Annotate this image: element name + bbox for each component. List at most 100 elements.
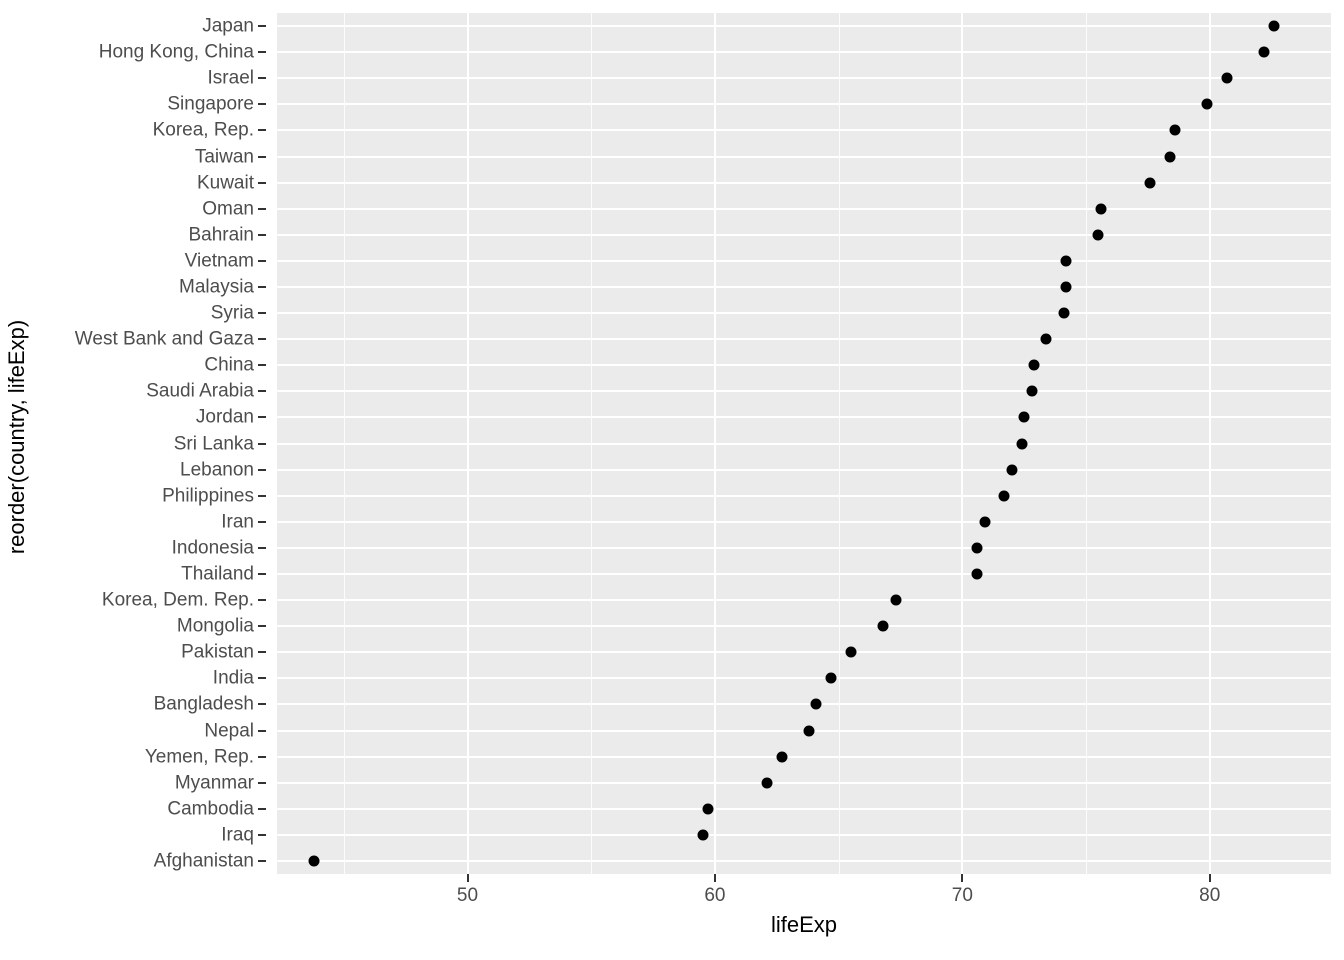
data-point bbox=[1028, 359, 1040, 371]
plot-panel bbox=[277, 13, 1331, 874]
data-point bbox=[1144, 177, 1156, 189]
gridline-major-horizontal bbox=[277, 833, 1331, 836]
gridline-major-horizontal bbox=[277, 494, 1331, 497]
gridline-major-horizontal bbox=[277, 755, 1331, 758]
y-axis-tick-mark bbox=[258, 651, 266, 654]
y-axis-tick-label: Sri Lanka bbox=[173, 433, 254, 454]
gridline-major-horizontal bbox=[277, 572, 1331, 575]
y-axis-tick-mark bbox=[258, 181, 266, 184]
y-axis-tick-mark bbox=[258, 338, 266, 341]
data-point bbox=[1221, 72, 1233, 84]
y-axis-tick-mark bbox=[258, 233, 266, 236]
gridline-major-horizontal bbox=[277, 442, 1331, 445]
y-axis-tick-label: Israel bbox=[207, 67, 254, 89]
x-axis-tick-label: 80 bbox=[1199, 885, 1221, 906]
gridline-major-horizontal bbox=[277, 103, 1331, 106]
y-axis-tick-label: Oman bbox=[202, 198, 254, 220]
gridline-major-horizontal bbox=[277, 338, 1331, 341]
data-point bbox=[1006, 464, 1018, 476]
y-axis-tick-label: Bangladesh bbox=[153, 693, 254, 715]
data-point bbox=[971, 568, 983, 580]
gridline-major-horizontal bbox=[277, 181, 1331, 184]
y-axis-tick-label: Taiwan bbox=[194, 146, 254, 167]
y-axis-tick-label: Kuwait bbox=[196, 172, 254, 194]
y-axis-tick-mark bbox=[258, 103, 266, 106]
data-point bbox=[1016, 438, 1028, 449]
y-axis-tick-label: Iran bbox=[221, 511, 254, 533]
y-axis-tick-mark bbox=[258, 416, 266, 419]
y-axis-tick-label: Philippines bbox=[162, 485, 254, 507]
gridline-major-horizontal bbox=[277, 416, 1331, 419]
y-axis-tick-label: India bbox=[212, 667, 254, 689]
y-axis-tick-label: Saudi Arabia bbox=[146, 380, 254, 402]
y-axis-tick-mark bbox=[258, 77, 266, 80]
gridline-major-horizontal bbox=[277, 312, 1331, 315]
y-axis-tick-mark bbox=[258, 599, 266, 602]
y-axis-tick-label: Thailand bbox=[181, 563, 254, 585]
y-axis-tick-mark bbox=[258, 833, 266, 836]
data-point bbox=[1018, 411, 1030, 423]
y-axis-tick-label: Jordan bbox=[195, 406, 254, 428]
y-axis-tick-mark bbox=[258, 625, 266, 628]
y-axis-tick-mark bbox=[258, 703, 266, 706]
scatter-plot: reorder(country, lifeExp) Japan Hong Kong… bbox=[0, 0, 1344, 960]
y-axis-tick-mark bbox=[258, 129, 266, 132]
y-axis-tick-label: Korea, Dem. Rep. bbox=[101, 589, 254, 611]
y-axis-tick-label: Korea, Rep. bbox=[152, 119, 254, 141]
gridline-major-horizontal bbox=[277, 77, 1331, 80]
data-point bbox=[845, 646, 857, 658]
gridline-major-horizontal bbox=[277, 625, 1331, 628]
data-point bbox=[877, 620, 889, 632]
x-axis-tick-mark bbox=[466, 874, 469, 882]
y-axis-tick-label: Vietnam bbox=[184, 250, 254, 272]
y-axis-tick-label: Nepal bbox=[204, 720, 254, 741]
gridline-major-horizontal bbox=[277, 807, 1331, 810]
x-axis-title: lifeExp bbox=[770, 912, 838, 937]
y-axis-tick-label: Lebanon bbox=[180, 459, 254, 481]
data-point bbox=[890, 594, 902, 606]
y-axis-tick-label: Iraq bbox=[221, 824, 254, 846]
x-axis-tick-mark bbox=[713, 874, 716, 882]
gridline-major-horizontal bbox=[277, 781, 1331, 784]
data-point bbox=[803, 725, 815, 736]
y-axis-tick-label: Mongolia bbox=[176, 615, 254, 637]
data-point bbox=[1268, 20, 1280, 32]
y-axis-tick-mark bbox=[258, 207, 266, 210]
x-axis-tick-label: 70 bbox=[951, 885, 973, 906]
y-axis-tick-mark bbox=[258, 677, 266, 680]
x-axis-tick-label: 50 bbox=[456, 885, 479, 906]
data-point bbox=[702, 803, 713, 815]
y-axis-tick-mark bbox=[258, 781, 266, 784]
y-axis-tick-mark bbox=[258, 442, 266, 445]
y-axis-tick-mark bbox=[258, 520, 266, 523]
y-axis-tick-label: Yemen, Rep. bbox=[144, 746, 254, 768]
gridline-major-horizontal bbox=[277, 390, 1331, 393]
data-point bbox=[971, 542, 983, 554]
y-axis-tick-mark bbox=[258, 259, 266, 262]
y-axis-tick-mark bbox=[258, 468, 266, 471]
data-point bbox=[761, 777, 773, 789]
data-point bbox=[810, 698, 822, 710]
y-axis-tick-mark bbox=[258, 312, 266, 315]
data-point bbox=[1164, 151, 1176, 162]
y-axis-tick-label: Afghanistan bbox=[153, 850, 254, 872]
data-point bbox=[1060, 281, 1072, 293]
gridline-major-horizontal bbox=[277, 233, 1331, 236]
x-axis-tick-labels: 50 60 70 80 bbox=[0, 874, 1344, 914]
y-axis-tick-mark bbox=[258, 390, 266, 393]
gridline-major-horizontal bbox=[277, 546, 1331, 549]
data-point bbox=[1092, 229, 1104, 241]
y-axis-tick-mark bbox=[258, 859, 266, 862]
gridline-major-horizontal bbox=[277, 468, 1331, 471]
data-point bbox=[308, 855, 320, 867]
y-axis-tick-labels: Japan Hong Kong, China Israel Singapore Kore… bbox=[0, 13, 266, 874]
y-axis-tick-label: Myanmar bbox=[174, 772, 254, 794]
data-point bbox=[998, 490, 1010, 502]
y-axis-tick-label: Japan bbox=[202, 15, 254, 37]
gridline-major-horizontal bbox=[277, 259, 1331, 262]
data-point bbox=[979, 516, 991, 528]
y-axis-tick-label: China bbox=[204, 354, 254, 376]
y-axis-tick-label: Cambodia bbox=[167, 798, 254, 820]
y-axis-tick-label: Pakistan bbox=[181, 641, 254, 663]
y-axis-tick-mark bbox=[258, 25, 266, 28]
